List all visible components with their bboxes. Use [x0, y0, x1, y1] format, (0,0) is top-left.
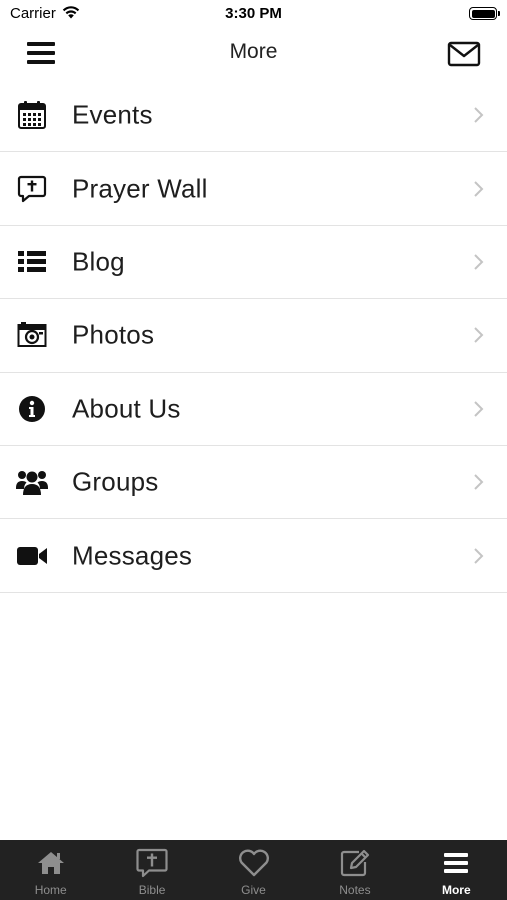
menu-item-prayer-wall[interactable]: Prayer Wall — [0, 152, 507, 226]
home-icon — [34, 848, 68, 878]
menu-item-photos[interactable]: Photos — [0, 299, 507, 373]
chevron-right-icon — [474, 254, 484, 270]
menu-item-label: Prayer Wall — [72, 173, 208, 204]
calendar-icon — [16, 99, 48, 131]
tab-more[interactable]: More — [406, 840, 507, 900]
tab-home[interactable]: Home — [0, 840, 101, 900]
navigation-bar: More — [0, 28, 507, 78]
chevron-right-icon — [474, 180, 484, 197]
tab-label: Bible — [138, 883, 166, 897]
menu-item-label: About Us — [72, 393, 181, 424]
status-time: 3:30 PM — [225, 5, 282, 22]
tab-label: Notes — [339, 883, 371, 897]
tab-bible[interactable]: Bible — [101, 840, 202, 900]
chevron-right-icon — [474, 107, 484, 123]
tab-label: Give — [241, 883, 266, 897]
menu-item-label: Events — [72, 99, 153, 130]
menu-item-label: Photos — [72, 319, 155, 350]
more-menu-list: Events Prayer Wall Blog Photos About Us … — [0, 79, 507, 593]
menu-item-groups[interactable]: Groups — [0, 446, 507, 520]
status-bar: Carrier 3:30 PM — [0, 0, 507, 28]
chevron-right-icon — [474, 327, 484, 344]
page-title: More — [229, 40, 278, 63]
mail-button[interactable] — [447, 40, 481, 68]
tab-notes[interactable]: Notes — [304, 840, 405, 900]
tab-label: Home — [34, 883, 67, 897]
tab-give[interactable]: Give — [203, 840, 304, 900]
hamburger-icon — [439, 848, 473, 878]
menu-item-label: Messages — [72, 540, 193, 571]
tab-label: More — [441, 883, 471, 897]
battery-icon — [469, 7, 500, 20]
list-icon — [16, 246, 48, 278]
chevron-right-icon — [474, 401, 484, 417]
group-icon — [16, 466, 48, 498]
envelope-icon — [447, 41, 481, 67]
tab-bar: Home Bible Give Notes More — [0, 840, 507, 900]
menu-item-messages[interactable]: Messages — [0, 519, 507, 593]
menu-item-events[interactable]: Events — [0, 79, 507, 153]
chevron-right-icon — [474, 547, 484, 564]
heart-icon — [237, 848, 271, 878]
video-icon — [16, 540, 48, 572]
menu-item-blog[interactable]: Blog — [0, 226, 507, 300]
menu-item-label: Blog — [72, 246, 125, 277]
menu-item-label: Groups — [72, 466, 159, 497]
menu-item-about-us[interactable]: About Us — [0, 373, 507, 446]
prayer-wall-icon — [16, 173, 48, 205]
chevron-right-icon — [474, 474, 484, 490]
camera-icon — [16, 319, 48, 351]
edit-icon — [338, 848, 372, 878]
info-icon — [16, 393, 48, 425]
bible-icon — [135, 848, 169, 878]
